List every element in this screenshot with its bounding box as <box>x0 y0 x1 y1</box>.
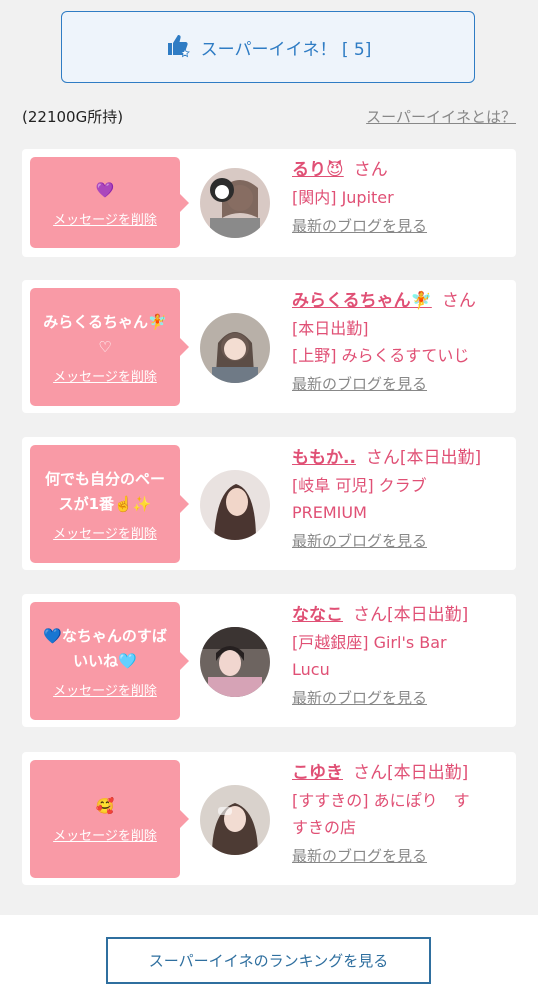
user-name-link[interactable]: みらくるちゃん🧚 <box>292 291 432 311</box>
honorific: さん[本日出勤] <box>353 605 469 625</box>
delete-message-link[interactable]: メッセージを削除 <box>53 523 157 542</box>
honorific: さん <box>353 160 388 180</box>
latest-blog-link[interactable]: 最新のブログを見る <box>292 373 507 394</box>
shop-info: [岐阜 可児] クラブ <box>292 476 427 495</box>
super-like-button[interactable]: スーパーイイネ！ [ 5] <box>61 11 475 83</box>
shop-info: [戸越銀座] Girl's Bar <box>292 633 447 652</box>
delete-message-link[interactable]: メッセージを削除 <box>53 366 157 385</box>
shop-info: [上野] みらくるすていじ <box>292 346 470 365</box>
message-text: ♡ <box>98 337 112 356</box>
message-text: スが1番☝️✨ <box>58 494 152 513</box>
super-like-card: 🥰 メッセージを削除 こゆき さん[本日出勤] [すすきの] あにぽり す すきの… <box>22 752 516 885</box>
latest-blog-link[interactable]: 最新のブログを見る <box>292 687 507 708</box>
user-info: ももか.. さん[本日出勤] [岐阜 可児] クラブ PREMIUM 最新のブログ… <box>292 445 507 551</box>
honorific: さん[本日出勤] <box>365 448 482 468</box>
message-text: みらくるちゃん🧚 <box>43 312 167 331</box>
message-bubble: 💙なちゃんのすば いいね🩵 メッセージを削除 <box>30 602 189 720</box>
shop-info: Lucu <box>292 660 330 679</box>
super-like-card: 何でも自分のペー スが1番☝️✨ メッセージを削除 ももか.. さん[本日出勤] … <box>22 437 516 570</box>
message-text: 🥰 <box>95 797 115 815</box>
about-super-like-link[interactable]: スーパーイイネとは？ <box>366 106 516 127</box>
user-name-link[interactable]: ななこ <box>292 605 343 625</box>
delete-message-link[interactable]: メッセージを削除 <box>53 825 157 844</box>
avatar[interactable] <box>200 313 270 383</box>
honorific: さん <box>441 291 476 311</box>
message-text: 何でも自分のペー <box>44 469 165 488</box>
message-bubble: みらくるちゃん🧚 ♡ メッセージを削除 <box>30 288 189 406</box>
points-balance: (22100G所持) <box>22 108 124 126</box>
latest-blog-link[interactable]: 最新のブログを見る <box>292 215 507 236</box>
super-like-card: みらくるちゃん🧚 ♡ メッセージを削除 みらくるちゃん🧚 さん [本日出勤] [上… <box>22 280 516 413</box>
message-bubble: 🥰 メッセージを削除 <box>30 760 189 878</box>
shop-info: PREMIUM <box>292 503 367 522</box>
avatar[interactable] <box>200 168 270 238</box>
latest-blog-link[interactable]: 最新のブログを見る <box>292 530 507 551</box>
avatar[interactable] <box>200 470 270 540</box>
user-name-link[interactable]: るり😈 <box>292 160 344 180</box>
super-like-card: 💙なちゃんのすば いいね🩵 メッセージを削除 ななこ さん[本日出勤] [戸越銀座… <box>22 594 516 727</box>
message-bubble: 💜 メッセージを削除 <box>30 157 189 248</box>
work-status: [本日出勤] <box>292 319 369 338</box>
user-name-link[interactable]: こゆき <box>292 763 343 783</box>
shop-info: すきの店 <box>292 818 357 837</box>
user-info: みらくるちゃん🧚 さん [本日出勤] [上野] みらくるすていじ 最新のブログを見… <box>292 288 507 394</box>
user-info: こゆき さん[本日出勤] [すすきの] あにぽり す すきの店 最新のブログを見る <box>292 760 507 866</box>
super-like-card: 💜 メッセージを削除 るり😈 さん [関内] Jupiter 最新のブログを見る <box>22 149 516 257</box>
message-text: いいね🩵 <box>73 651 137 670</box>
user-info: ななこ さん[本日出勤] [戸越銀座] Girl's Bar Lucu 最新のブロ… <box>292 602 507 708</box>
super-like-label: スーパーイイネ！ [ 5] <box>200 39 372 60</box>
shop-info: [すすきの] あにぽり す <box>292 791 470 810</box>
delete-message-link[interactable]: メッセージを削除 <box>53 209 157 228</box>
user-info: るり😈 さん [関内] Jupiter 最新のブログを見る <box>292 157 507 236</box>
thumbs-up-icon <box>165 32 191 63</box>
avatar[interactable] <box>200 785 270 855</box>
shop-info: [関内] Jupiter <box>292 188 394 207</box>
message-text: 💙なちゃんのすば <box>43 626 167 645</box>
message-text: 💜 <box>95 180 115 199</box>
honorific: さん[本日出勤] <box>353 763 469 783</box>
message-bubble: 何でも自分のペー スが1番☝️✨ メッセージを削除 <box>30 445 189 563</box>
ranking-button[interactable]: スーパーイイネのランキングを見る <box>106 937 431 984</box>
latest-blog-link[interactable]: 最新のブログを見る <box>292 845 507 866</box>
avatar[interactable] <box>200 627 270 697</box>
delete-message-link[interactable]: メッセージを削除 <box>53 680 157 699</box>
user-name-link[interactable]: ももか.. <box>292 448 356 468</box>
